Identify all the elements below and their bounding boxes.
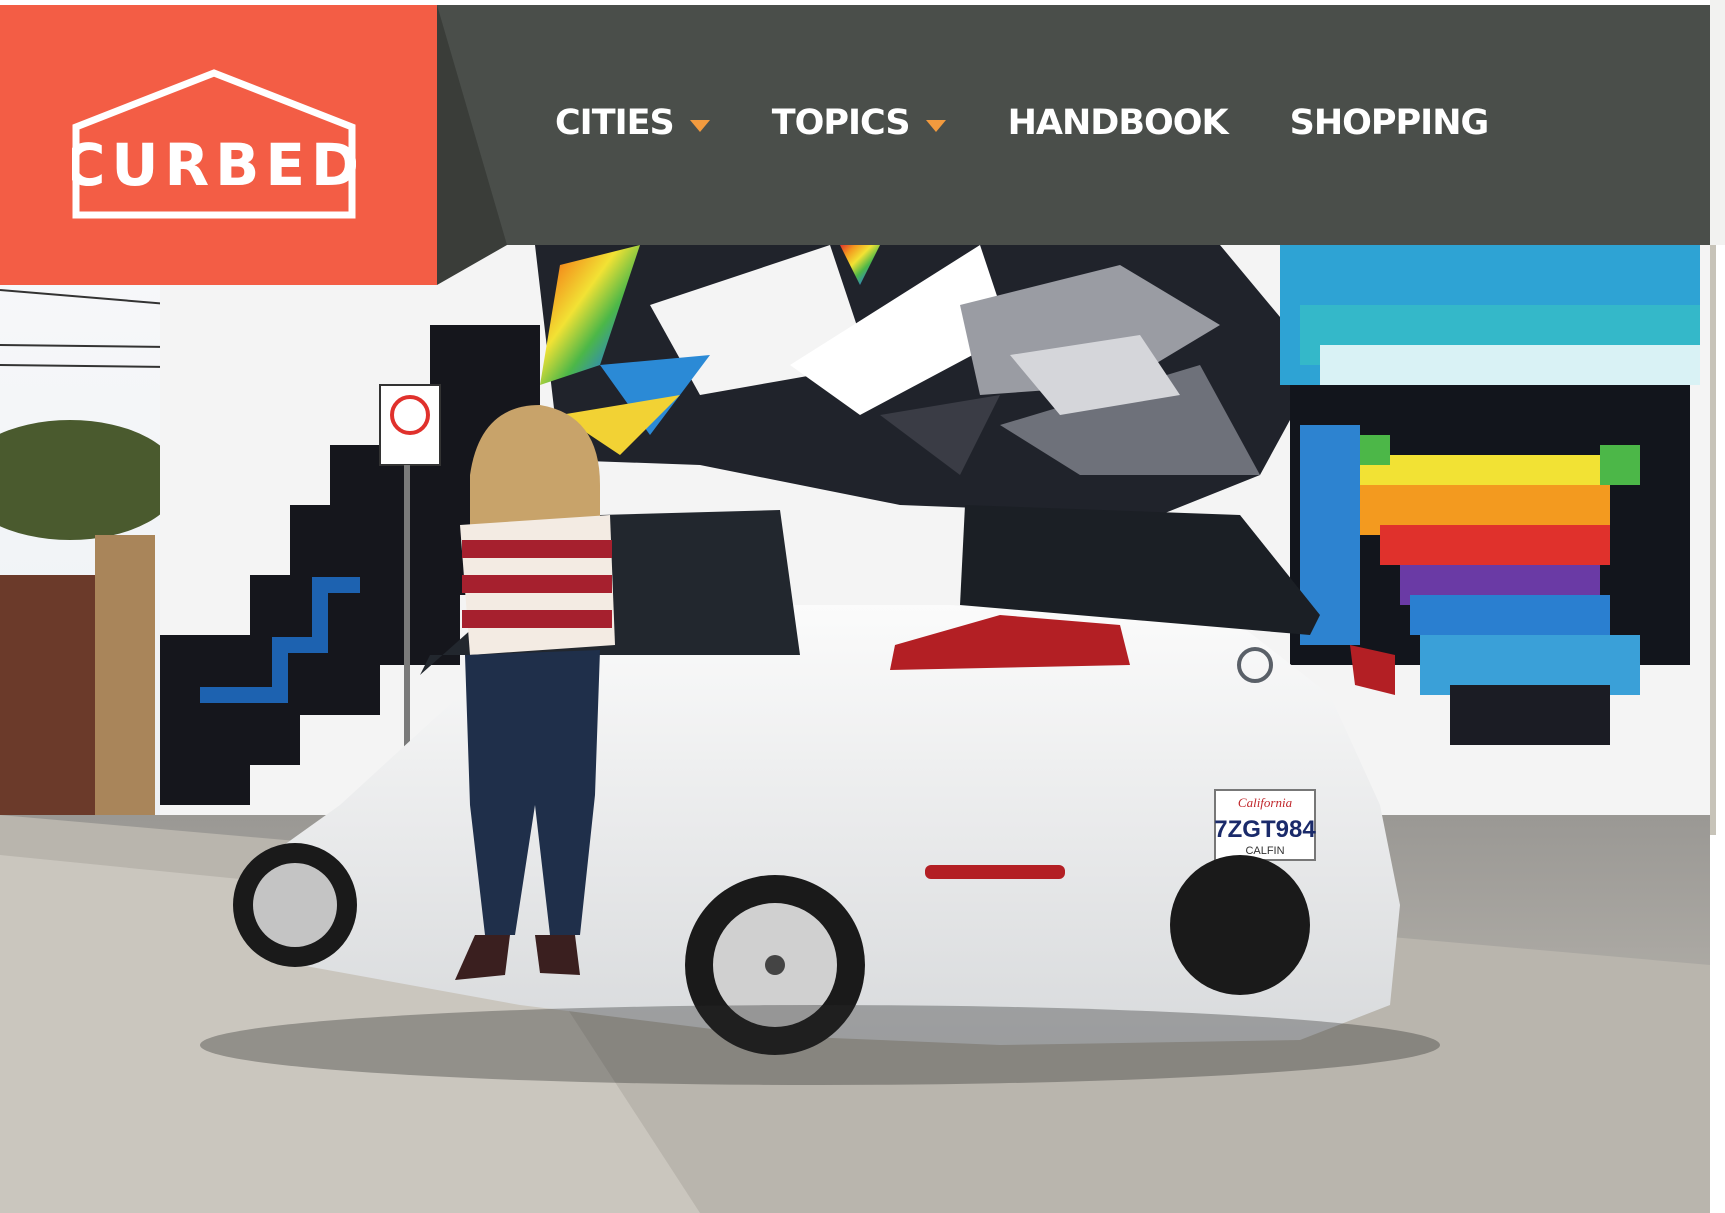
chevron-down-icon <box>925 120 946 132</box>
hero-photo: 7ZGT984 California CALFIN <box>0 245 1710 1213</box>
license-plate-bottom: CALFIN <box>1245 845 1284 857</box>
hero-image: 7ZGT984 California CALFIN <box>0 245 1710 1213</box>
nav-shopping-label: SHOPPING <box>1289 103 1490 143</box>
nav-cities-label: CITIES <box>555 103 675 143</box>
hero-edge <box>1710 245 1716 835</box>
logo-house-icon: CURBED <box>72 69 356 219</box>
nav-handbook-label: HANDBOOK <box>1007 103 1229 143</box>
nav-cities[interactable]: CITIES <box>555 103 710 143</box>
chevron-down-icon <box>689 120 710 132</box>
nav-topics[interactable]: TOPICS <box>772 103 946 143</box>
logo-fold <box>437 5 507 285</box>
license-plate-text: 7ZGT984 <box>1214 816 1316 843</box>
logo-text: CURBED <box>72 131 356 199</box>
main-nav: CITIES TOPICS HANDBOOK SHOPPING <box>555 98 1490 148</box>
nav-shopping[interactable]: SHOPPING <box>1289 103 1490 143</box>
nav-handbook[interactable]: HANDBOOK <box>1007 103 1229 143</box>
license-plate-state: California <box>1238 795 1293 810</box>
logo[interactable]: CURBED <box>0 5 437 285</box>
nav-topics-label: TOPICS <box>771 103 911 143</box>
